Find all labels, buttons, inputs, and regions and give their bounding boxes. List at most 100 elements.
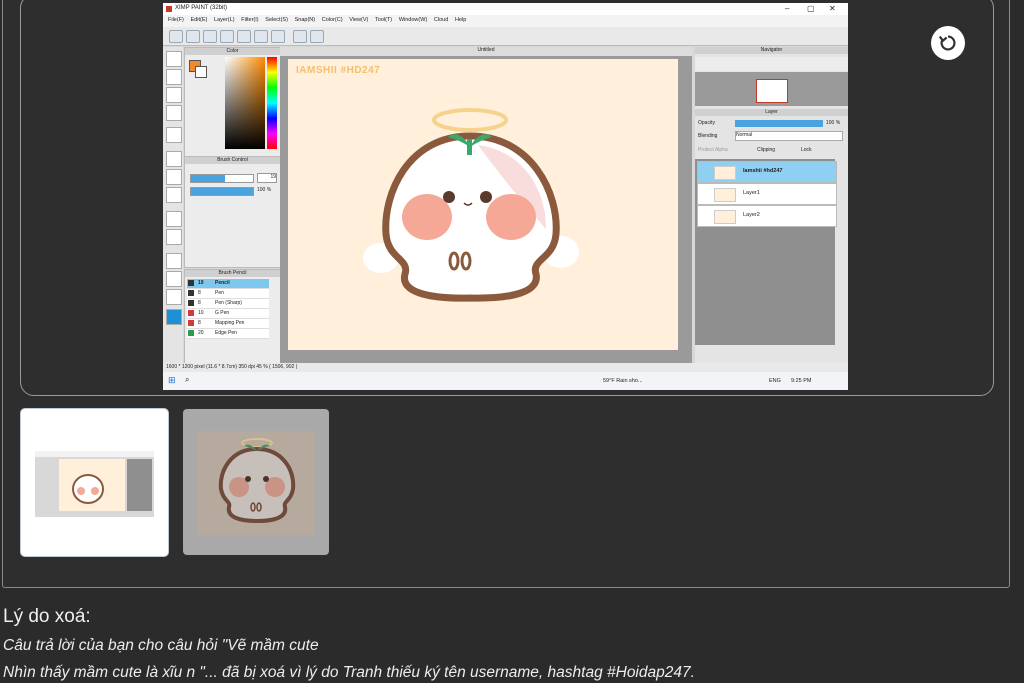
brush-control-panel: Brush Control 19 100 % <box>184 156 281 268</box>
brush-opacity-value: 100 % <box>257 187 272 193</box>
opacity-slider <box>735 120 823 127</box>
window-titlebar: XIMP PAINT (32bit) – ▢ ✕ <box>163 3 848 15</box>
toolbar-button <box>169 30 183 43</box>
text-tool-icon <box>166 309 182 325</box>
deletion-reason-title: Lý do xoá: <box>3 606 91 627</box>
navigator-thumbnail <box>756 79 788 103</box>
menu-item: File(F) <box>168 17 184 23</box>
toolbar-button <box>237 30 251 43</box>
brush-tool-icon <box>166 51 182 67</box>
thumbnail-2[interactable] <box>183 409 329 555</box>
color-panel-title: Color <box>185 48 280 55</box>
pen-row: 8 Mapping Pen <box>187 319 269 329</box>
rotate-icon <box>938 35 956 51</box>
maximize-icon: ▢ <box>807 4 815 13</box>
navigator-toolbar <box>695 57 848 71</box>
brush-size-slider <box>190 174 254 183</box>
thumbnail-1[interactable] <box>20 408 169 557</box>
color-panel: Color <box>184 47 281 157</box>
layer-row: Iamshii #hd247 <box>697 161 837 183</box>
clipping-label: Clipping <box>757 147 776 153</box>
layer-panel-title: Layer <box>695 109 848 116</box>
layer-panel: Layer Opacity 100 % Blending Normal Prot… <box>695 109 848 153</box>
right-panels: Navigator Layer Opacity 100 % Blending N… <box>695 47 848 363</box>
brush-control-title: Brush Control <box>185 157 280 164</box>
blending-select: Normal <box>735 131 843 141</box>
lock-label: Lock <box>801 147 812 153</box>
menu-item: Tool(T) <box>375 17 393 23</box>
menu-item: Window(W) <box>398 17 428 23</box>
pen-tool-icon <box>166 271 182 287</box>
deletion-reason-line-1: Câu trả lời của bạn cho câu hỏi "Vẽ mầm … <box>3 637 319 654</box>
menu-item: Select(S) <box>265 17 288 23</box>
app-toolbar <box>163 27 848 46</box>
shape-tool-icon <box>166 211 182 227</box>
toolbar-button <box>203 30 217 43</box>
weather-text: 59°F Rain sho... <box>603 378 643 384</box>
canvas-area: Untitled IAMSHII #HD247 <box>280 47 692 363</box>
navigator-title: Navigator <box>695 47 848 54</box>
toolbar-button <box>271 30 285 43</box>
app-icon <box>166 6 172 12</box>
brush-size-value: 19 <box>257 173 277 183</box>
window-title: XIMP PAINT (32bit) <box>175 5 228 11</box>
menu-item: Help <box>454 17 467 23</box>
select-tool-icon <box>166 87 182 103</box>
thumbnail-2-image <box>197 431 315 535</box>
rotate-button[interactable] <box>931 26 965 60</box>
sprout-character-illustration <box>363 108 579 302</box>
opacity-label: Opacity <box>698 120 715 126</box>
layer-row: Layer2 <box>697 205 837 227</box>
toolbar-button <box>220 30 234 43</box>
pen-row: 8 Pen (Sharp) <box>187 299 269 309</box>
clock: 9:25 PM <box>791 378 812 384</box>
fill-tool-icon <box>166 151 182 167</box>
menu-item: Edit(E) <box>190 17 208 23</box>
deletion-reason-line-2: Nhìn thấy mầm cute là xĩu n "... đã bị x… <box>3 664 695 681</box>
opacity-value: 100 % <box>826 120 841 126</box>
brush-pencil-title: Brush Pencil <box>185 270 280 277</box>
blur-tool-icon <box>166 229 182 245</box>
menu-item: Cloud <box>433 17 449 23</box>
color-sv-picker <box>225 57 265 149</box>
gradient-tool-icon <box>166 187 182 203</box>
menu-item: Layer(L) <box>214 17 235 23</box>
blending-label: Blending <box>698 133 718 139</box>
app-screenshot: XIMP PAINT (32bit) – ▢ ✕ File(F) Edit(E)… <box>163 3 848 390</box>
drawing-canvas: IAMSHII #HD247 <box>288 59 678 350</box>
pen-row: 19 Pencil <box>187 279 269 289</box>
layer-row: Layer1 <box>697 183 837 205</box>
close-icon: ✕ <box>829 4 836 13</box>
move-tool-icon <box>166 127 182 143</box>
thumbnail-1-image <box>35 451 154 517</box>
pen-row: 20 Edge Pen <box>187 329 269 339</box>
color-hue-bar <box>267 57 277 149</box>
menu-item: View(V) <box>349 17 369 23</box>
os-taskbar: ⊞ ⌕ 59°F Rain sho... ENG 9:25 PM <box>163 372 848 390</box>
wand-tool-icon <box>166 105 182 121</box>
brush-pencil-panel: Brush Pencil 19 Pencil 8 Pen 8 Pen (Shar… <box>184 269 281 365</box>
layer-list: Iamshii #hd247 Layer1 Layer2 <box>695 159 837 345</box>
eyedropper-tool-icon <box>166 253 182 269</box>
app-menubar: File(F) Edit(E) Layer(L) Filter(I) Selec… <box>163 15 848 27</box>
pen-row: 10 G Pen <box>187 309 269 319</box>
menu-item: Snap(N) <box>294 17 316 23</box>
menu-item: Filter(I) <box>241 17 259 23</box>
status-text: 1600 * 1200 pixel (11.6 * 8.7cm) 350 dpi… <box>166 364 298 370</box>
tool-palette <box>163 47 183 363</box>
windows-start-icon: ⊞ <box>168 375 176 385</box>
toolbar-button <box>254 30 268 43</box>
menu-item: Color(C) <box>321 17 343 23</box>
brush-opacity-slider <box>190 187 254 196</box>
secondary-color-swatch <box>195 66 207 78</box>
search-icon: ⌕ <box>185 375 190 384</box>
canvas-tab: Untitled <box>280 47 692 56</box>
app-statusbar: 1600 * 1200 pixel (11.6 * 8.7cm) 350 dpi… <box>163 363 848 372</box>
bucket-tool-icon <box>166 169 182 185</box>
toolbar-button <box>186 30 200 43</box>
eraser-tool-icon <box>166 69 182 85</box>
undo-icon <box>293 30 307 43</box>
minimize-icon: – <box>785 4 790 13</box>
protect-alpha-label: Protect Alpha <box>698 147 728 153</box>
language-indicator: ENG <box>769 378 781 384</box>
